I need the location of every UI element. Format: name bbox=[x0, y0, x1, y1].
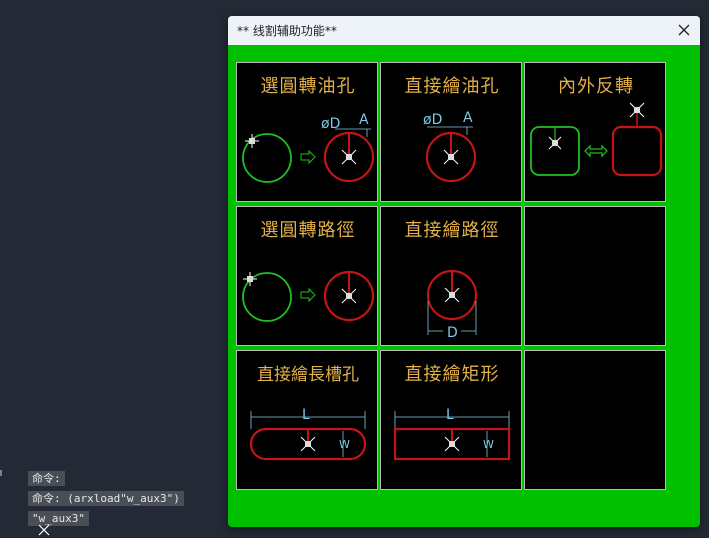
dialog-titlebar: ** 线割辅助功能** bbox=[228, 16, 700, 45]
draw-rectangle-button[interactable]: 直接繪矩形 L W bbox=[380, 350, 522, 490]
select-circle-to-oil-hole-button[interactable]: 選圓轉油孔 øD A bbox=[236, 62, 378, 202]
dim-width: W bbox=[339, 438, 350, 451]
empty-slot-button[interactable] bbox=[524, 350, 666, 490]
close-icon bbox=[678, 24, 690, 36]
close-button[interactable] bbox=[668, 16, 700, 45]
dim-width: W bbox=[483, 438, 494, 451]
inside-outside-flip-button[interactable]: 內外反轉 bbox=[524, 62, 666, 202]
dim-diameter: øD bbox=[423, 112, 442, 128]
path-diagram: D bbox=[426, 269, 478, 341]
dim-diameter: øD bbox=[321, 116, 340, 132]
oil-hole-diagram: øD A bbox=[423, 110, 477, 183]
draw-path-button[interactable]: 直接繪路徑 D bbox=[380, 206, 522, 346]
wire-cut-aux-dialog: ** 线割辅助功能** 選圓轉油孔 øD A 直接繪油孔 øD A 內外反轉 選… bbox=[228, 16, 700, 527]
dim-offset: A bbox=[359, 112, 369, 128]
rectangle-diagram: L W bbox=[393, 407, 511, 461]
select-circle-to-path-button[interactable]: 選圓轉路徑 bbox=[236, 206, 378, 346]
command-line-1: 命令: bbox=[28, 471, 65, 486]
flip-diagram bbox=[530, 102, 663, 177]
scrollbar-tick bbox=[0, 470, 2, 476]
dim-offset: A bbox=[463, 110, 473, 126]
circle-to-oil-hole-diagram: øD A bbox=[242, 112, 375, 183]
circle-to-path-diagram bbox=[242, 270, 375, 322]
draw-slot-hole-button[interactable]: 直接繪長槽孔 L W bbox=[236, 350, 378, 490]
empty-slot-button[interactable] bbox=[524, 206, 666, 346]
draw-oil-hole-button[interactable]: 直接繪油孔 øD A bbox=[380, 62, 522, 202]
dim-length: L bbox=[446, 407, 454, 423]
dialog-title: ** 线割辅助功能** bbox=[237, 24, 337, 38]
slot-hole-diagram: L W bbox=[249, 407, 367, 461]
dim-diameter: D bbox=[447, 325, 458, 341]
dim-length: L bbox=[302, 407, 310, 423]
function-button-grid: 選圓轉油孔 øD A 直接繪油孔 øD A 內外反轉 選圓轉路徑 直接繪路徑 D… bbox=[236, 62, 669, 496]
command-line-2: 命令: (arxload"w_aux3") bbox=[28, 491, 184, 506]
